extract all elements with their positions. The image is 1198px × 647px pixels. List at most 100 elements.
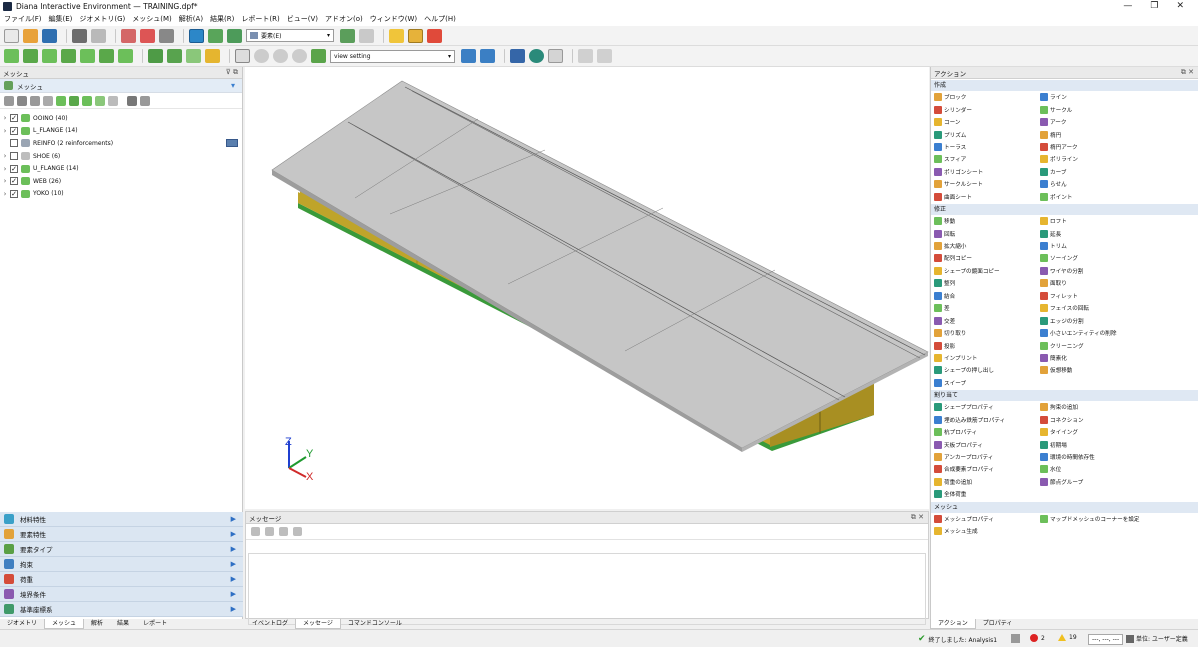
float-close-icon[interactable]: ⧉ ✕ bbox=[1181, 68, 1194, 77]
accordion-element-type[interactable]: 要素タイプ ▶ bbox=[0, 542, 243, 557]
highlight-icon[interactable] bbox=[408, 28, 423, 43]
action-item[interactable]: 天板プロパティ bbox=[934, 438, 1040, 450]
units-indicator[interactable]: 単位: ユーザー定義 bbox=[1126, 634, 1188, 643]
section-tool-icon[interactable] bbox=[461, 49, 476, 63]
menu-window[interactable]: ウィンドウ(W) bbox=[370, 14, 417, 24]
action-item[interactable]: フェイスの回転 bbox=[1040, 302, 1160, 314]
action-item[interactable]: スフィア bbox=[934, 153, 1040, 165]
visibility-checkbox[interactable] bbox=[10, 139, 18, 148]
action-item[interactable]: ワイヤの分割 bbox=[1040, 265, 1160, 277]
tree-item[interactable]: › ✓ OOINO (40) bbox=[0, 112, 242, 125]
expand-arrow-icon[interactable]: › bbox=[0, 165, 10, 173]
action-item[interactable]: シェープの鏡面コピー bbox=[934, 265, 1040, 277]
shape-green3-icon[interactable] bbox=[82, 95, 92, 106]
export-icon[interactable] bbox=[140, 28, 155, 43]
measure-icon[interactable] bbox=[510, 49, 525, 63]
tree-item[interactable]: REINFO (2 reinforcements) bbox=[0, 137, 242, 150]
visibility-checkbox[interactable]: ✓ bbox=[10, 164, 18, 173]
tab-messages[interactable]: メッセージ bbox=[295, 619, 341, 629]
menu-file[interactable]: ファイル(F) bbox=[4, 14, 42, 24]
visibility-checkbox[interactable]: ✓ bbox=[10, 177, 18, 186]
mesh-subheader[interactable]: メッシュ ▾ bbox=[0, 79, 242, 93]
shape-green2-icon[interactable] bbox=[69, 95, 79, 106]
expand-arrow-icon[interactable]: › bbox=[0, 177, 10, 185]
float-close-icon[interactable]: ⧉ ✕ bbox=[911, 513, 924, 522]
action-item[interactable]: 仮想移動 bbox=[1040, 364, 1160, 376]
menu-geometry[interactable]: ジオメトリ(G) bbox=[79, 14, 125, 24]
action-item[interactable]: 切り取り bbox=[934, 327, 1040, 339]
action-item[interactable]: トーラス bbox=[934, 141, 1040, 153]
tree-item[interactable]: › ✓ WEB (26) bbox=[0, 175, 242, 188]
menu-analysis[interactable]: 解析(A) bbox=[179, 14, 203, 24]
show-all-icon[interactable] bbox=[17, 95, 27, 106]
shape-light-icon[interactable] bbox=[95, 95, 105, 106]
action-item[interactable]: トリム bbox=[1040, 240, 1160, 252]
section-settings-icon[interactable] bbox=[480, 49, 495, 63]
visibility-checkbox[interactable]: ✓ bbox=[10, 114, 18, 123]
save-icon[interactable] bbox=[42, 28, 57, 43]
view-setting-combo[interactable]: view setting ▾ bbox=[330, 49, 455, 63]
action-item[interactable]: フィレット bbox=[1040, 290, 1160, 302]
view-iso-icon[interactable] bbox=[4, 49, 19, 63]
visibility-checkbox[interactable]: ✓ bbox=[10, 189, 18, 198]
action-item[interactable]: サークル bbox=[1040, 103, 1160, 115]
action-item[interactable]: 回転 bbox=[934, 227, 1040, 239]
log-icon[interactable] bbox=[1011, 634, 1020, 643]
mesh-mode-icon[interactable] bbox=[227, 28, 242, 43]
expand-arrow-icon[interactable]: › bbox=[0, 152, 10, 160]
tab-mesh[interactable]: メッシュ bbox=[44, 619, 85, 629]
accordion-coordinate[interactable]: 基準座標系 ▶ bbox=[0, 602, 243, 617]
maximize-button[interactable]: ❐ bbox=[1150, 1, 1158, 11]
pan-hand-icon[interactable] bbox=[235, 49, 250, 63]
view-back-icon[interactable] bbox=[42, 49, 57, 63]
action-item[interactable]: 拘束の追加 bbox=[1040, 401, 1160, 413]
pin-icon[interactable] bbox=[529, 49, 544, 63]
menu-view[interactable]: ビュー(V) bbox=[287, 14, 318, 24]
rotate-icon[interactable] bbox=[254, 49, 269, 63]
action-item[interactable]: シリンダー bbox=[934, 103, 1040, 115]
visibility-checkbox[interactable]: ✓ bbox=[10, 126, 18, 135]
action-item[interactable]: 杭プロパティ bbox=[934, 426, 1040, 438]
tree-item[interactable]: › SHOE (6) bbox=[0, 150, 242, 163]
action-item[interactable]: 交差 bbox=[934, 314, 1040, 326]
action-item[interactable]: 荷重の追加 bbox=[934, 476, 1040, 488]
fit-all-icon[interactable] bbox=[148, 49, 163, 63]
accordion-boundary[interactable]: 境界条件 ▶ bbox=[0, 587, 243, 602]
minimize-button[interactable]: — bbox=[1123, 1, 1132, 11]
tab-command-console[interactable]: コマンドコンソール bbox=[341, 619, 409, 629]
cancel-x-icon[interactable] bbox=[597, 49, 612, 63]
visibility-checkbox[interactable] bbox=[10, 152, 18, 161]
error-count[interactable]: 2 bbox=[1030, 634, 1045, 642]
isolate-icon[interactable] bbox=[43, 95, 53, 106]
import-icon[interactable] bbox=[121, 28, 136, 43]
tree-item[interactable]: › ✓ YOKO (10) bbox=[0, 188, 242, 201]
group-icon[interactable] bbox=[340, 28, 355, 43]
accordion-load[interactable]: 荷重 ▶ bbox=[0, 572, 243, 587]
view-right-icon[interactable] bbox=[80, 49, 95, 63]
action-item[interactable]: ポリライン bbox=[1040, 153, 1160, 165]
action-item[interactable]: アーク bbox=[1040, 116, 1160, 128]
tab-geometry[interactable]: ジオメトリ bbox=[0, 619, 44, 629]
menu-results[interactable]: 結果(R) bbox=[210, 14, 234, 24]
wireframe-icon[interactable] bbox=[186, 49, 201, 63]
action-item[interactable]: 拡大縮小 bbox=[934, 240, 1040, 252]
action-item[interactable]: インプリント bbox=[934, 352, 1040, 364]
action-item[interactable]: 移動 bbox=[934, 215, 1040, 227]
accordion-element-property[interactable]: 要素特性 ▶ bbox=[0, 527, 243, 542]
action-item[interactable]: タイイング bbox=[1040, 426, 1160, 438]
save-log-icon[interactable] bbox=[265, 527, 274, 536]
action-item[interactable]: アンカープロパティ bbox=[934, 451, 1040, 463]
select-mode-icon[interactable] bbox=[189, 28, 204, 43]
action-item[interactable]: 水位 bbox=[1040, 463, 1160, 475]
action-item[interactable]: 曲面シート bbox=[934, 191, 1040, 203]
print-icon[interactable] bbox=[159, 28, 174, 43]
action-item[interactable]: サークルシート bbox=[934, 178, 1040, 190]
view-front-icon[interactable] bbox=[23, 49, 38, 63]
action-item[interactable]: シェーププロパティ bbox=[934, 401, 1040, 413]
tab-properties[interactable]: プロパティ bbox=[976, 619, 1020, 629]
action-item[interactable]: カーブ bbox=[1040, 166, 1160, 178]
action-item[interactable]: 楕円 bbox=[1040, 128, 1160, 140]
next-arrow-icon[interactable] bbox=[293, 527, 302, 536]
menu-addon[interactable]: アドオン(o) bbox=[325, 14, 363, 24]
menu-edit[interactable]: 編集(E) bbox=[49, 14, 73, 24]
